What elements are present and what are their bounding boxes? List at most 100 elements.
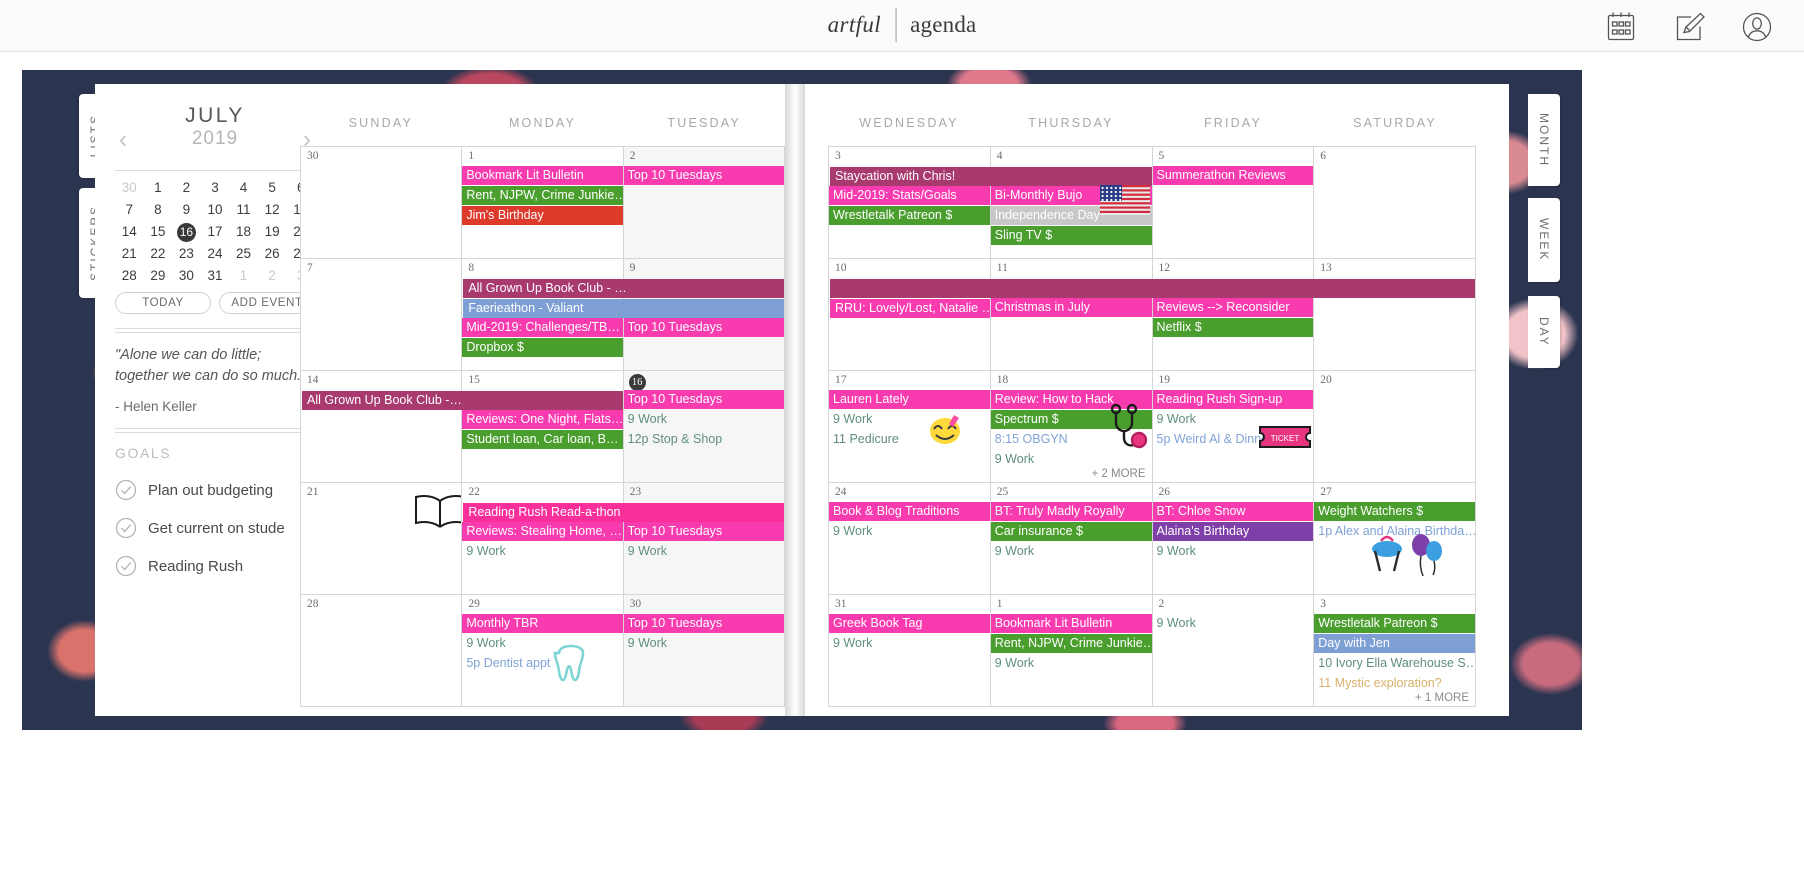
calendar-event[interactable]: 9 Work xyxy=(624,542,784,561)
calendar-event[interactable]: 9 Work xyxy=(829,410,990,429)
calendar-event-span[interactable] xyxy=(830,279,1475,298)
mini-calendar-day[interactable]: 11 xyxy=(229,200,258,219)
mini-calendar-day[interactable]: 8 xyxy=(144,200,173,219)
mini-calendar-day[interactable]: 7 xyxy=(115,200,144,219)
calendar-event[interactable]: Mid-2019: Challenges/TB… xyxy=(462,318,623,337)
calendar-event-span[interactable]: All Grown Up Book Club - … xyxy=(463,279,784,298)
calendar-event[interactable]: Reviews: Stealing Home, … xyxy=(462,522,623,541)
calendar-day-cell[interactable]: 19 Reading Rush Sign-up 9 Work 5p Weird Al … xyxy=(1152,371,1315,483)
mini-calendar-day[interactable]: 24 xyxy=(201,244,230,263)
calendar-day-cell[interactable]: 11 Christmas in July xyxy=(990,259,1153,371)
more-events-link[interactable]: + 2 MORE xyxy=(1091,468,1151,480)
calendar-day-cell[interactable]: 31 Greek Book Tag 9 Work xyxy=(829,595,991,707)
mini-calendar-day[interactable]: 28 xyxy=(115,266,144,285)
check-circle-icon[interactable] xyxy=(115,479,137,501)
calendar-day-cell[interactable]: 4 Bi-Monthly Bujo Independence Day Sling T… xyxy=(990,147,1153,259)
mini-calendar-day[interactable]: 15 xyxy=(144,222,173,241)
calendar-event[interactable]: BT: Truly Madly Royally xyxy=(990,502,1152,521)
mini-calendar-day[interactable]: 19 xyxy=(258,222,287,241)
more-events-link[interactable]: + 1 MORE xyxy=(1415,692,1475,704)
calendar-day-cell[interactable]: 21 xyxy=(301,483,463,595)
mini-calendar-day[interactable]: 1 xyxy=(144,178,173,197)
prev-month-button[interactable]: ‹ xyxy=(119,128,127,152)
calendar-event[interactable]: Top 10 Tuesdays xyxy=(623,614,784,633)
calendar-event[interactable]: 9 Work xyxy=(991,450,1152,469)
calendar-event[interactable]: 5p Weird Al & Dinner xyxy=(1153,430,1314,449)
mini-calendar-day[interactable]: 9 xyxy=(172,200,201,219)
calendar-day-cell[interactable]: 16 Top 10 Tuesdays 9 Work 12p Stop & Shop xyxy=(623,371,785,483)
calendar-day-cell[interactable]: 28 xyxy=(301,595,463,707)
calendar-day-cell[interactable]: 5 Summerathon Reviews xyxy=(1152,147,1315,259)
calendar-event[interactable]: Independence Day xyxy=(990,206,1152,225)
calendar-event[interactable]: Greek Book Tag xyxy=(829,614,990,633)
calendar-event[interactable]: BT: Chloe Snow xyxy=(1152,502,1314,521)
mini-calendar-day[interactable]: 2 xyxy=(258,266,287,285)
calendar-day-cell[interactable]: 12 Reviews --> Reconsider Netflix $ xyxy=(1152,259,1315,371)
calendar-event[interactable]: 8:15 OBGYN xyxy=(991,430,1152,449)
calendar-event[interactable]: Reviews --> Reconsider xyxy=(1152,298,1314,317)
today-button[interactable]: TODAY xyxy=(115,292,211,314)
calendar-event-span[interactable]: Reading Rush Read-a-thon xyxy=(463,503,784,522)
mini-calendar-day[interactable]: 5 xyxy=(258,178,287,197)
calendar-day-cell[interactable]: 14 xyxy=(301,371,463,483)
calendar-day-cell[interactable]: 17 Lauren Lately 9 Work 11 Pedicure xyxy=(829,371,991,483)
calendar-event[interactable]: 9 Work xyxy=(1153,614,1314,633)
check-circle-icon[interactable] xyxy=(115,555,137,577)
mini-calendar-day[interactable]: 16 xyxy=(172,222,201,242)
calendar-day-cell[interactable]: 3 Wrestletalk Patreon $ Day with Jen 10 Ivo… xyxy=(1314,595,1476,707)
check-circle-icon[interactable] xyxy=(115,517,137,539)
calendar-event[interactable]: Spectrum $ xyxy=(990,410,1152,429)
calendar-day-cell[interactable]: 22 Reviews: Stealing Home, … 9 Work xyxy=(462,483,624,595)
mini-calendar-day[interactable]: 12 xyxy=(258,200,287,219)
calendar-event[interactable]: 9 Work xyxy=(1153,542,1314,561)
calendar-day-cell[interactable]: 15 Reviews: One Night, Flats… Student loa… xyxy=(462,371,624,483)
mini-calendar-day[interactable]: 22 xyxy=(144,244,173,263)
calendar-event[interactable]: Book & Blog Traditions xyxy=(829,502,990,521)
view-tab-week[interactable]: WEEK xyxy=(1528,198,1560,282)
view-tab-month[interactable]: MONTH xyxy=(1528,94,1560,186)
calendar-day-cell[interactable]: 27 Weight Watchers $1p Alex and Alaina Bi… xyxy=(1314,483,1476,595)
calendar-event[interactable]: Car insurance $ xyxy=(990,522,1152,541)
calendar-event-span[interactable]: Faerieathon - Valiant xyxy=(463,299,784,318)
calendar-event[interactable]: 11 Pedicure xyxy=(829,430,990,449)
calendar-day-cell[interactable]: 13 xyxy=(1314,259,1476,371)
calendar-event[interactable]: 9 Work xyxy=(462,542,622,561)
calendar-event[interactable]: 5p Dentist appt xyxy=(462,654,622,673)
mini-calendar-day[interactable]: 21 xyxy=(115,244,144,263)
mini-calendar-day[interactable]: 14 xyxy=(115,222,144,241)
calendar-event[interactable]: Mid-2019: Stats/Goals xyxy=(829,186,990,205)
calendar-day-cell[interactable]: 26 BT: Chloe Snow Alaina's Birthday 9 Work xyxy=(1152,483,1315,595)
calendar-event-span[interactable]: RRU: Lovely/Lost, Natalie … xyxy=(830,299,990,318)
mini-calendar-day[interactable]: 18 xyxy=(229,222,258,241)
mini-calendar-day[interactable]: 3 xyxy=(201,178,230,197)
calendar-day-cell[interactable]: 2 9 Work xyxy=(1152,595,1315,707)
calendar-event[interactable]: Monthly TBR xyxy=(462,614,623,633)
mini-calendar-day[interactable]: 31 xyxy=(201,266,230,285)
mini-calendar-day[interactable]: 17 xyxy=(201,222,230,241)
calendar-event[interactable]: Top 10 Tuesdays xyxy=(623,390,784,409)
calendar-event[interactable]: Bi-Monthly Bujo xyxy=(990,186,1152,205)
calendar-day-cell[interactable]: 2 Top 10 Tuesdays xyxy=(623,147,785,259)
calendar-day-cell[interactable]: 7 xyxy=(301,259,463,371)
calendar-event[interactable]: 12p Stop & Shop xyxy=(624,430,784,449)
calendar-event[interactable]: Review: How to Hack xyxy=(990,390,1152,409)
calendar-day-cell[interactable]: 3 Mid-2019: Stats/Goals Wrestletalk Patre… xyxy=(829,147,991,259)
mini-calendar-day[interactable]: 2 xyxy=(172,178,201,197)
calendar-day-cell[interactable]: 1 Bookmark Lit Bulletin Rent, NJPW, Crime … xyxy=(990,595,1153,707)
calendar-day-cell[interactable]: 30 Top 10 Tuesdays 9 Work xyxy=(623,595,785,707)
goal-item[interactable]: Reading Rush xyxy=(115,547,315,585)
calendar-event[interactable]: 9 Work xyxy=(462,634,622,653)
calendar-event[interactable]: 9 Work xyxy=(991,542,1152,561)
calendar-event[interactable]: 9 Work xyxy=(829,522,990,541)
calendar-event[interactable]: Alaina's Birthday xyxy=(1152,522,1314,541)
edit-icon[interactable] xyxy=(1670,8,1708,46)
calendar-event[interactable]: Jim's Birthday xyxy=(462,206,623,225)
goal-item[interactable]: Get current on stude xyxy=(115,509,315,547)
calendar-event[interactable]: Netflix $ xyxy=(1152,318,1314,337)
calendar-event[interactable]: Top 10 Tuesdays xyxy=(623,166,784,185)
calendar-event[interactable]: Reviews: One Night, Flats… xyxy=(462,410,623,429)
mini-calendar-day[interactable]: 10 xyxy=(201,200,230,219)
calendar-event[interactable]: 9 Work xyxy=(829,634,990,653)
calendar-event[interactable]: Lauren Lately xyxy=(829,390,990,409)
calendar-event[interactable]: Day with Jen xyxy=(1314,634,1475,653)
